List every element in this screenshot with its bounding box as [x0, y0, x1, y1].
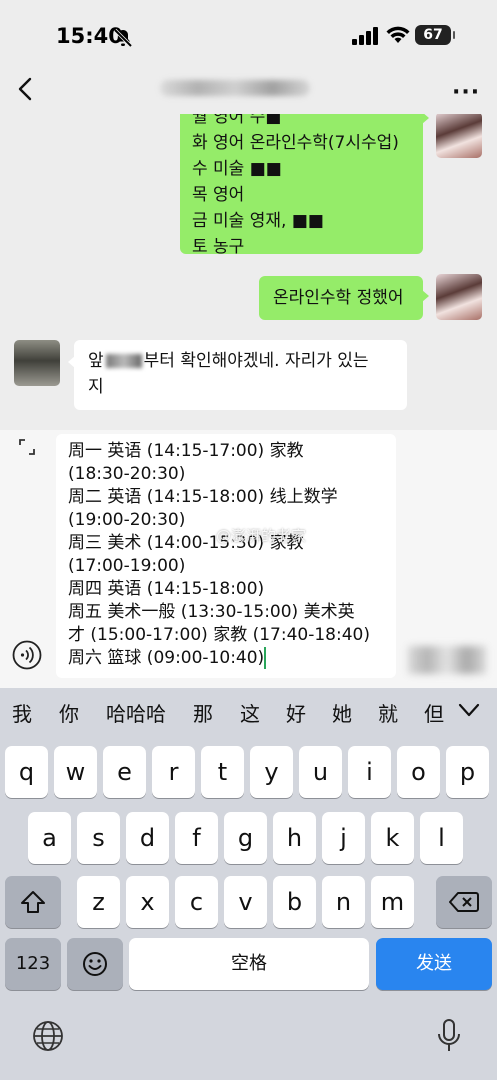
- key-r[interactable]: r: [152, 746, 195, 798]
- chevron-down-icon[interactable]: [458, 702, 480, 718]
- message-list[interactable]: 월 영어 수■ 화 영어 온라인수학(7시수업) 수 미술 ■■ 목 영어 금 …: [0, 114, 497, 430]
- bell-mute-icon: [113, 28, 133, 48]
- status-bar: 15:40 67: [0, 0, 497, 70]
- backspace-key[interactable]: [436, 876, 492, 928]
- back-chevron-icon[interactable]: [14, 76, 36, 102]
- key-c[interactable]: c: [175, 876, 218, 928]
- watermark: @澎湃的老家: [216, 527, 307, 545]
- key-t[interactable]: t: [201, 746, 244, 798]
- input-line: 周四 英语 (14:15-18:00): [68, 579, 265, 599]
- message-text: 부터 확인해야겠네. 자리가 있는: [143, 351, 369, 371]
- key-j[interactable]: j: [322, 812, 365, 864]
- chat-title-redacted: [160, 80, 310, 96]
- microphone-icon[interactable]: [436, 1018, 462, 1054]
- expand-input-icon[interactable]: [18, 438, 36, 456]
- message-bubble-other[interactable]: 앞 부터 확인해야겠네. 자리가 있는 지: [68, 340, 407, 410]
- candidate-item[interactable]: 那: [193, 698, 213, 727]
- key-h[interactable]: h: [273, 812, 316, 864]
- message-input[interactable]: 周一 英语 (14:15-17:00) 家教 (18:30-20:30) 周二 …: [56, 434, 396, 678]
- input-line: 才 (15:00-17:00) 家教 (17:40-18:40): [68, 625, 370, 645]
- message-text: 앞: [88, 351, 104, 371]
- space-key[interactable]: 空格: [129, 938, 369, 990]
- candidate-item[interactable]: 她: [332, 698, 352, 727]
- key-m[interactable]: m: [371, 876, 414, 928]
- shift-key[interactable]: [5, 876, 61, 928]
- input-line: (17:00-19:00): [68, 556, 186, 576]
- my-avatar[interactable]: [436, 274, 482, 320]
- key-w[interactable]: w: [54, 746, 97, 798]
- key-d[interactable]: d: [126, 812, 169, 864]
- backspace-icon: [449, 892, 479, 912]
- key-y[interactable]: y: [250, 746, 293, 798]
- contact-avatar[interactable]: [14, 340, 60, 386]
- message-line: 금 미술 영재, ■■: [192, 211, 324, 231]
- message-text: 지: [88, 377, 104, 397]
- message-line: 월 영어 수■: [192, 114, 282, 127]
- input-line: (18:30-20:30): [68, 464, 186, 484]
- message-line: 수 미술 ■■: [192, 159, 282, 179]
- message-text: 온라인수학 정했어: [273, 288, 404, 308]
- candidate-item[interactable]: 我: [12, 698, 32, 727]
- message-line: 목 영어: [192, 185, 245, 205]
- globe-icon[interactable]: [32, 1020, 64, 1052]
- text-cursor: [264, 647, 267, 669]
- message-line: 토 농구: [192, 237, 245, 257]
- key-b[interactable]: b: [273, 876, 316, 928]
- candidate-bar: 我 你 哈哈哈 那 这 好 她 就 但: [0, 688, 497, 732]
- emoji-key[interactable]: [67, 938, 123, 990]
- message-composer: 周一 英语 (14:15-17:00) 家教 (18:30-20:30) 周二 …: [0, 430, 497, 688]
- key-z[interactable]: z: [77, 876, 120, 928]
- input-line: 周一 英语 (14:15-17:00) 家教: [68, 441, 304, 461]
- key-i[interactable]: i: [348, 746, 391, 798]
- key-e[interactable]: e: [103, 746, 146, 798]
- key-s[interactable]: s: [77, 812, 120, 864]
- shift-arrow-icon: [21, 891, 45, 913]
- redacted-text: [105, 354, 142, 368]
- voice-input-icon[interactable]: [12, 640, 42, 670]
- key-o[interactable]: o: [397, 746, 440, 798]
- key-u[interactable]: u: [299, 746, 342, 798]
- wifi-icon: [386, 26, 410, 43]
- battery-indicator: 67: [415, 25, 455, 45]
- message-line: 화 영어 온라인수학(7시수업): [192, 133, 399, 153]
- key-x[interactable]: x: [126, 876, 169, 928]
- candidate-item[interactable]: 你: [59, 698, 79, 727]
- numbers-key[interactable]: 123: [5, 938, 61, 990]
- candidate-item[interactable]: 好: [286, 698, 306, 727]
- key-n[interactable]: n: [322, 876, 365, 928]
- chat-header: ···: [0, 62, 497, 114]
- more-options-icon[interactable]: ···: [452, 80, 480, 105]
- blurred-artifact: [408, 646, 486, 674]
- my-avatar[interactable]: [436, 114, 482, 158]
- key-q[interactable]: q: [5, 746, 48, 798]
- cellular-signal-icon: [352, 27, 378, 45]
- input-line: 周五 美术一般 (13:30-15:00) 美术英: [68, 602, 355, 622]
- emoji-icon: [83, 952, 107, 976]
- key-f[interactable]: f: [175, 812, 218, 864]
- key-a[interactable]: a: [28, 812, 71, 864]
- key-p[interactable]: p: [446, 746, 489, 798]
- key-g[interactable]: g: [224, 812, 267, 864]
- candidate-item[interactable]: 这: [240, 698, 260, 727]
- key-k[interactable]: k: [371, 812, 414, 864]
- candidate-item[interactable]: 哈哈哈: [106, 698, 166, 727]
- keyboard: 我 你 哈哈哈 那 这 好 她 就 但 q w e r t y u i o p …: [0, 688, 497, 1080]
- candidate-item[interactable]: 但: [424, 698, 444, 727]
- key-l[interactable]: l: [420, 812, 463, 864]
- input-line: 周二 英语 (14:15-18:00) 线上数学: [68, 487, 338, 507]
- message-bubble-me[interactable]: 온라인수학 정했어: [259, 276, 429, 320]
- candidate-item[interactable]: 就: [378, 698, 398, 727]
- input-line: 周六 篮球 (09:00-10:40): [68, 648, 265, 668]
- key-v[interactable]: v: [224, 876, 267, 928]
- send-key[interactable]: 发送: [376, 938, 492, 990]
- message-bubble-me[interactable]: 월 영어 수■ 화 영어 온라인수학(7시수업) 수 미술 ■■ 목 영어 금 …: [180, 114, 429, 257]
